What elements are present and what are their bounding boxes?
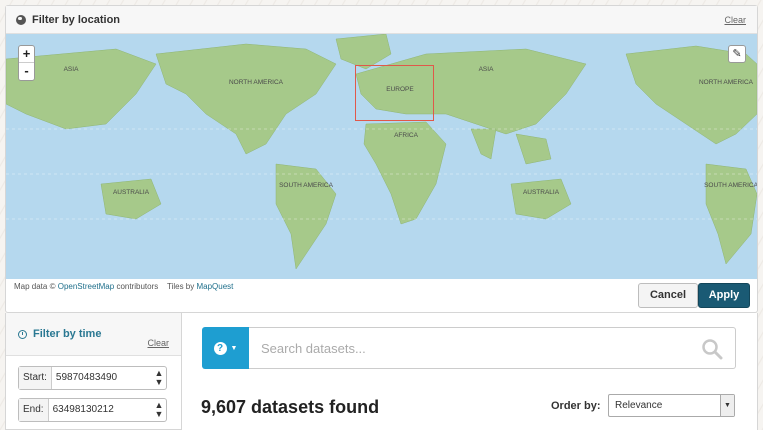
attribution-tiles-prefix: Tiles by <box>166 282 195 291</box>
land-north-america-left <box>155 43 337 155</box>
map-label-north-america: NORTH AMERICA <box>229 79 284 86</box>
time-filter-title: Filter by time <box>33 328 102 340</box>
question-icon: ? <box>213 341 227 355</box>
zoom-control: + - <box>18 45 35 81</box>
caret-down-icon: ▼ <box>230 344 238 352</box>
location-filter-title: Filter by location <box>32 13 121 26</box>
pencil-icon: ✎ <box>732 48 742 60</box>
apply-button[interactable]: Apply <box>698 283 750 308</box>
end-label: End: <box>19 399 49 421</box>
start-time-field[interactable]: Start: 59870483490 ▲ ▼ <box>18 366 167 390</box>
time-clear-link[interactable]: Clear <box>147 338 169 348</box>
globe-icon <box>16 14 26 25</box>
attribution-contributors: contributors <box>116 282 159 291</box>
start-value[interactable]: 59870483490 <box>52 367 152 389</box>
land-south-america-left <box>275 163 337 270</box>
time-filter-header: Filter by time Clear <box>6 313 181 356</box>
search-box <box>249 327 736 369</box>
start-label: Start: <box>19 367 52 389</box>
results-count: 9,607 datasets found <box>201 397 380 417</box>
land-south-asia <box>470 128 497 160</box>
zoom-in-button[interactable]: + <box>19 46 34 63</box>
land-greenland <box>335 34 392 70</box>
map-attribution: Map data © OpenStreetMap contributors Ti… <box>14 282 233 291</box>
search-panel: ? ▼ 9,607 datasets found Order by: Relev… <box>182 313 758 430</box>
order-by-label: Order by: <box>551 400 601 412</box>
map-label-north-america-right: NORTH AMERICA <box>699 79 754 86</box>
land-south-america-right <box>705 163 757 265</box>
attribution-prefix: Map data © <box>14 282 56 291</box>
location-filter-panel: Filter by location Clear NORTH AMERICA N… <box>5 5 758 313</box>
osm-link[interactable]: OpenStreetMap <box>58 282 114 291</box>
world-map[interactable]: NORTH AMERICA NORTH AMERICA EUROPE AFRIC… <box>6 34 757 279</box>
map-label-asia: ASIA <box>479 66 494 73</box>
location-clear-link[interactable]: Clear <box>724 15 746 25</box>
cancel-button[interactable]: Cancel <box>638 283 698 308</box>
end-time-field[interactable]: End: 63498130212 ▲ ▼ <box>18 398 167 422</box>
map-label-australia-left: AUSTRALIA <box>113 189 150 196</box>
map-label-asia-left: ASIA <box>64 66 79 73</box>
time-filter-panel: Filter by time Clear Start: 59870483490 … <box>5 313 182 430</box>
search-help-button[interactable]: ? ▼ <box>202 327 249 369</box>
map-label-australia: AUSTRALIA <box>523 189 560 196</box>
land-australia-left <box>100 178 162 220</box>
map-label-south-america-right: SOUTH AMERICA <box>704 182 757 189</box>
draw-bbox-button[interactable]: ✎ <box>728 45 746 63</box>
order-by-value: Relevance <box>615 400 663 411</box>
zoom-out-button[interactable]: - <box>19 63 34 80</box>
order-by-select[interactable]: Relevance ▼ <box>608 394 735 417</box>
map-label-south-america: SOUTH AMERICA <box>279 182 333 189</box>
start-spinner-icon[interactable]: ▲ ▼ <box>152 367 166 389</box>
chevron-down-icon: ▼ <box>720 395 734 416</box>
end-spinner-icon[interactable]: ▲ ▼ <box>152 399 166 421</box>
mapquest-link[interactable]: MapQuest <box>196 282 233 291</box>
clock-icon <box>18 329 27 339</box>
search-input[interactable] <box>249 328 669 368</box>
map-label-africa: AFRICA <box>394 132 419 139</box>
selected-bounding-box[interactable] <box>355 65 434 121</box>
end-value[interactable]: 63498130212 <box>49 399 152 421</box>
location-filter-header: Filter by location Clear <box>6 6 757 34</box>
land-australia-center <box>510 178 572 220</box>
magnifier-icon[interactable] <box>701 338 723 360</box>
land-southeast-asia <box>515 133 552 165</box>
